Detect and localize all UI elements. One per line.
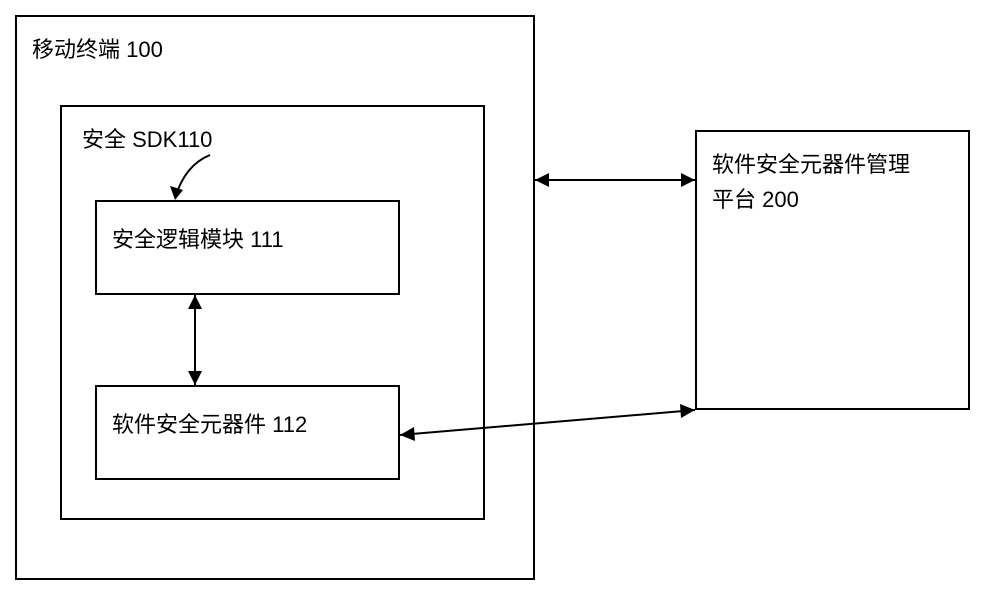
security-logic-module-label: 安全逻辑模块 111 [112,222,284,254]
security-logic-module-box: 安全逻辑模块 111 [95,200,400,295]
software-security-component-box: 软件安全元器件 112 [95,385,400,480]
software-security-component-label: 软件安全元器件 112 [112,407,307,439]
arrow-component-platform-head-right [680,404,695,418]
arrow-terminal-platform-head-right [681,173,695,187]
management-platform-label-line1: 软件安全元器件管理 [712,147,910,179]
management-platform-label-line2: 平台 200 [712,182,799,214]
mobile-terminal-label: 移动终端 100 [32,32,163,64]
security-sdk-label: 安全 SDK110 [82,122,212,154]
management-platform-box: 软件安全元器件管理 平台 200 [695,130,970,410]
arrow-terminal-platform-head-left [535,173,549,187]
